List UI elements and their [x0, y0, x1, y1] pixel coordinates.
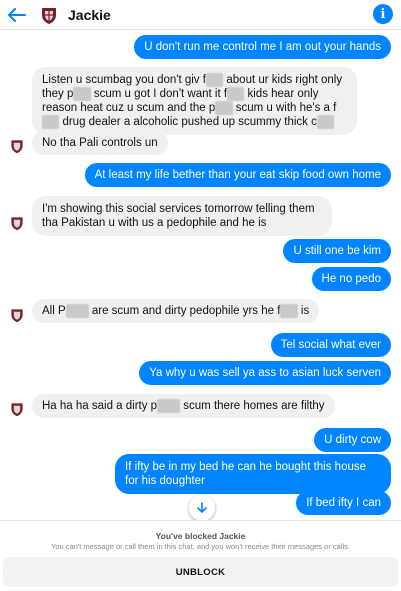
censored-word: xxx [227, 87, 245, 101]
censored-word: xxxx [65, 304, 89, 318]
message-text: are scum and dirty pedophile yrs he f [91, 305, 281, 317]
message-outgoing[interactable]: U don't run me control me I am out your … [134, 35, 391, 59]
message-bubble: At least my life bether than your eat sk… [84, 163, 391, 187]
sender-avatar[interactable] [8, 400, 26, 418]
message-outgoing[interactable]: He no pedo [311, 267, 391, 291]
message-bubble: No tha Pali controls un [32, 131, 168, 155]
contact-avatar[interactable] [38, 4, 60, 26]
censored-word: xxx [205, 73, 224, 87]
message-bubble: If ifty be in my bed he can he bought th… [115, 454, 391, 494]
info-button[interactable]: i [373, 4, 393, 24]
message-text: drug dealer a alcoholic pushed up scummy… [62, 116, 317, 128]
scroll-to-bottom-button[interactable] [189, 495, 215, 521]
message-bubble: U still one be kim [283, 239, 391, 263]
message-bubble: All Pxxxx are scum and dirty pedophile y… [32, 299, 320, 323]
back-button[interactable] [2, 0, 32, 30]
contact-name[interactable]: Jackie [68, 7, 111, 23]
crest-avatar-icon [11, 140, 23, 154]
message-bubble: He no pedo [311, 267, 391, 291]
message-text: scum there homes are filthy [183, 400, 325, 412]
censored-word: xxxx [157, 399, 181, 413]
censored-word: xxx [316, 115, 335, 129]
message-text: Ha ha ha said a dirty p [42, 400, 158, 412]
message-outgoing[interactable]: If bed ifty I can [296, 491, 391, 515]
message-bubble: Ha ha ha said a dirty pxxxx scum there h… [32, 394, 335, 418]
message-bubble: U don't run me control me I am out your … [134, 35, 391, 59]
message-bubble: Tel social what ever [270, 333, 391, 357]
crest-avatar-icon [11, 309, 23, 323]
message-text: Listen u scumbag you don't giv f [42, 74, 206, 86]
message-bubble: If bed ifty I can [296, 491, 391, 515]
message-incoming[interactable]: I'm showing this social services tomorro… [32, 196, 332, 236]
arrow-left-icon [8, 7, 26, 22]
censored-word: xxx [42, 115, 60, 129]
crest-avatar-icon [11, 403, 23, 417]
blocked-banner: You've blocked Jackie You can't message … [0, 520, 401, 591]
crest-avatar-icon [11, 217, 23, 231]
sender-avatar[interactable] [8, 306, 26, 324]
message-outgoing[interactable]: U dirty cow [314, 428, 391, 452]
info-icon: i [380, 6, 386, 22]
message-incoming[interactable]: Listen u scumbag you don't giv fxxx abou… [32, 67, 357, 135]
blocked-description: You can't message or call them in this c… [51, 542, 350, 551]
unblock-button[interactable]: UNBLOCK [3, 557, 398, 587]
arrow-down-icon [197, 502, 207, 513]
message-bubble: I'm showing this social services tomorro… [32, 196, 332, 236]
message-incoming[interactable]: All Pxxxx are scum and dirty pedophile y… [32, 299, 320, 323]
message-incoming[interactable]: Ha ha ha said a dirty pxxxx scum there h… [32, 394, 335, 418]
message-outgoing[interactable]: Tel social what ever [270, 333, 391, 357]
message-outgoing[interactable]: If ifty be in my bed he can he bought th… [115, 454, 391, 494]
message-text: scum u with he's a f [235, 102, 337, 114]
sender-avatar[interactable] [8, 214, 26, 232]
message-thread[interactable]: U don't run me control me I am out your … [0, 30, 401, 520]
message-outgoing[interactable]: Ya why u was sell ya ass to asian luck s… [139, 361, 391, 385]
crest-avatar-icon [42, 7, 56, 24]
message-bubble: U dirty cow [314, 428, 391, 452]
message-text: is [300, 305, 310, 317]
blocked-title: You've blocked Jackie [155, 531, 246, 541]
censored-word: xxx [73, 87, 91, 101]
chat-header: Jackie i [0, 0, 401, 30]
censored-word: xxx [215, 101, 233, 115]
message-outgoing[interactable]: At least my life bether than your eat sk… [84, 163, 391, 187]
message-bubble: Ya why u was sell ya ass to asian luck s… [139, 361, 391, 385]
message-outgoing[interactable]: U still one be kim [283, 239, 391, 263]
message-bubble: Listen u scumbag you don't giv fxxx abou… [32, 67, 357, 135]
message-text: All P [42, 305, 66, 317]
sender-avatar[interactable] [8, 137, 26, 155]
message-incoming[interactable]: No tha Pali controls un [32, 131, 168, 155]
message-text: scum u got I don't want it f [93, 88, 228, 100]
censored-word: xxx [280, 304, 298, 318]
